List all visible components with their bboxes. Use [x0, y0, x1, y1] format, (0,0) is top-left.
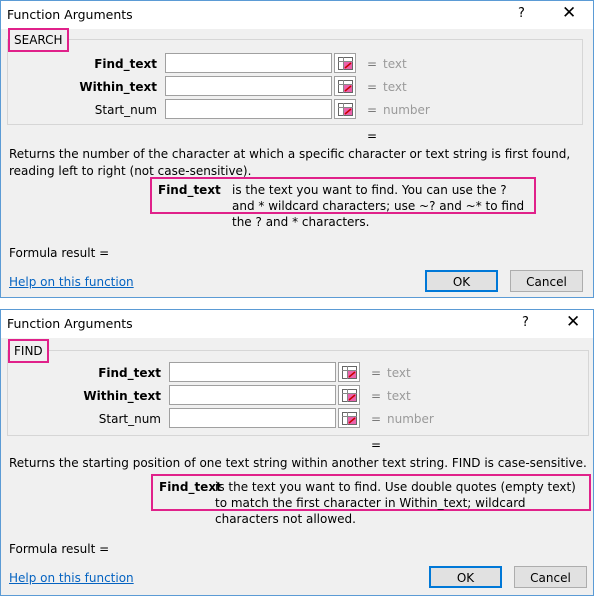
- help-on-function-link[interactable]: Help on this function: [9, 571, 134, 585]
- arg-type-hint: text: [387, 389, 411, 403]
- dialog-title: Function Arguments: [7, 7, 133, 22]
- equals-sign: =: [371, 412, 382, 426]
- within-text-input[interactable]: [169, 385, 336, 405]
- function-arguments-dialog-find: Function Arguments ? ✕ FIND Find_text = …: [0, 309, 594, 596]
- within-text-input[interactable]: [165, 76, 332, 96]
- arg-type-hint: text: [387, 366, 411, 380]
- close-icon[interactable]: ✕: [566, 312, 580, 332]
- range-selector-icon: [342, 412, 357, 425]
- function-description: Returns the number of the character at w…: [9, 147, 571, 178]
- cancel-button[interactable]: Cancel: [514, 566, 587, 588]
- arg-label-find-text: Find_text: [98, 366, 161, 380]
- arg-label-within-text: Within_text: [83, 389, 161, 403]
- function-name: FIND: [8, 339, 49, 363]
- result-equals-sign: =: [367, 129, 378, 143]
- arg-label-find-text: Find_text: [94, 57, 157, 71]
- result-equals-sign: =: [371, 438, 382, 452]
- help-icon[interactable]: ?: [522, 315, 529, 330]
- function-name: SEARCH: [8, 28, 69, 52]
- range-selector-icon: [338, 57, 353, 70]
- title-bar: Function Arguments ? ✕: [1, 1, 593, 29]
- range-selector-button[interactable]: [334, 99, 356, 119]
- equals-sign: =: [367, 57, 378, 71]
- range-selector-icon: [342, 366, 357, 379]
- range-selector-icon: [342, 389, 357, 402]
- argument-description-text: is the text you want to find. Use double…: [215, 480, 576, 526]
- range-selector-button[interactable]: [338, 385, 360, 405]
- range-selector-icon: [338, 103, 353, 116]
- equals-sign: =: [371, 366, 382, 380]
- function-arguments-dialog-search: Function Arguments ? ✕ SEARCH Find_text …: [0, 0, 594, 298]
- function-description: Returns the starting position of one tex…: [9, 456, 587, 470]
- cancel-button[interactable]: Cancel: [510, 270, 583, 292]
- arg-label-start-num: Start_num: [94, 103, 157, 117]
- equals-sign: =: [367, 80, 378, 94]
- dialog-title: Function Arguments: [7, 316, 133, 331]
- range-selector-button[interactable]: [338, 408, 360, 428]
- argument-description: Find_text is the text you want to find. …: [150, 177, 536, 229]
- help-on-function-link[interactable]: Help on this function: [9, 275, 134, 289]
- equals-sign: =: [371, 389, 382, 403]
- argument-description-name: Find_text: [158, 183, 221, 197]
- find-text-input[interactable]: [169, 362, 336, 382]
- argument-description-name: Find_text: [159, 480, 222, 494]
- help-icon[interactable]: ?: [518, 6, 525, 21]
- argument-description-text: is the text you want to find. You can us…: [232, 183, 525, 229]
- range-selector-button[interactable]: [334, 76, 356, 96]
- range-selector-icon: [338, 80, 353, 93]
- arg-type-hint: text: [383, 80, 407, 94]
- find-text-input[interactable]: [165, 53, 332, 73]
- start-num-input[interactable]: [165, 99, 332, 119]
- arg-label-within-text: Within_text: [79, 80, 157, 94]
- formula-result: Formula result =: [9, 246, 110, 260]
- title-bar: Function Arguments ? ✕: [1, 310, 593, 338]
- start-num-input[interactable]: [169, 408, 336, 428]
- arg-type-hint: number: [383, 103, 430, 117]
- argument-description: Find_text is the text you want to find. …: [151, 474, 591, 526]
- arg-type-hint: number: [387, 412, 434, 426]
- arg-type-hint: text: [383, 57, 407, 71]
- range-selector-button[interactable]: [338, 362, 360, 382]
- range-selector-button[interactable]: [334, 53, 356, 73]
- equals-sign: =: [367, 103, 378, 117]
- ok-button[interactable]: OK: [429, 566, 502, 588]
- ok-button[interactable]: OK: [425, 270, 498, 292]
- formula-result: Formula result =: [9, 542, 110, 556]
- arg-label-start-num: Start_num: [98, 412, 161, 426]
- close-icon[interactable]: ✕: [562, 3, 576, 23]
